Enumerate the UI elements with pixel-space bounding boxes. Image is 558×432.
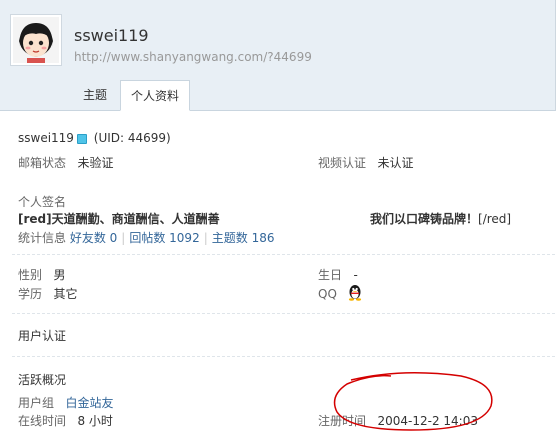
email-status-value: 未验证 <box>77 156 114 170</box>
register-time-value: 2004-12-2 14:03 <box>377 414 478 428</box>
section-divider <box>12 356 555 357</box>
user-auth-title: 用户认证 <box>18 329 67 343</box>
verified-icon <box>76 133 87 144</box>
avatar[interactable] <box>10 14 62 66</box>
email-status-row: 邮箱状态 未验证 <box>18 154 113 171</box>
signature-left: [red]天道酬勤、商道酬信、人道酬善 <box>18 212 220 226</box>
stats-row: 统计信息 好友数 0 | 回帖数 1092 | 主题数 186 <box>18 229 274 246</box>
section-divider <box>12 254 555 255</box>
signature-right: 我们以口碑铸品牌！[/red] <box>370 212 512 226</box>
name-row: sswei119 (UID: 44699) <box>18 131 171 145</box>
education-label: 学历 <box>18 287 43 301</box>
profile-name: sswei119 <box>18 131 74 145</box>
section-divider <box>12 313 555 314</box>
signature-label: 个人签名 <box>18 195 67 209</box>
replies-count-link[interactable]: 回帖数 1092 <box>129 231 199 245</box>
online-time-row: 在线时间 8 小时 <box>18 412 113 429</box>
video-auth-value: 未认证 <box>377 156 414 170</box>
education-value: 其它 <box>53 287 78 301</box>
activity-title: 活跃概况 <box>18 373 67 387</box>
profile-header: sswei119 http://www.shanyangwang.com/?44… <box>0 0 556 111</box>
email-status-label: 邮箱状态 <box>18 156 67 170</box>
online-time-value: 8 小时 <box>77 414 113 428</box>
profile-url[interactable]: http://www.shanyangwang.com/?44699 <box>74 50 312 64</box>
user-group-row: 用户组 白金站友 <box>18 394 113 411</box>
tab-topics[interactable]: 主题 <box>72 80 118 110</box>
user-group-link[interactable]: 白金站友 <box>65 396 113 410</box>
register-time-label: 注册时间 <box>318 414 367 428</box>
user-group-label: 用户组 <box>18 396 55 410</box>
uid-text: (UID: 44699) <box>93 131 171 145</box>
qq-row: QQ <box>318 287 337 301</box>
stats-separator: | <box>203 231 208 245</box>
qq-penguin-icon[interactable] <box>347 283 363 301</box>
topics-count-link[interactable]: 主题数 186 <box>212 231 275 245</box>
online-time-label: 在线时间 <box>18 414 67 428</box>
stats-label: 统计信息 <box>18 231 67 245</box>
header-username: sswei119 <box>74 26 149 45</box>
tab-profile[interactable]: 个人资料 <box>120 80 190 111</box>
video-auth-label: 视频认证 <box>318 156 367 170</box>
video-auth-row: 视频认证 未认证 <box>318 154 413 171</box>
birthday-value: - <box>353 268 358 282</box>
gender-value: 男 <box>53 268 66 282</box>
avatar-cartoon-girl-icon <box>13 17 59 63</box>
education-row: 学历 其它 <box>18 285 77 302</box>
birthday-row: 生日 - <box>318 266 358 283</box>
register-time-row: 注册时间 2004-12-2 14:03 <box>318 412 478 429</box>
birthday-label: 生日 <box>318 268 343 282</box>
qq-label: QQ <box>318 287 337 301</box>
gender-label: 性别 <box>18 268 43 282</box>
gender-row: 性别 男 <box>18 266 65 283</box>
stats-separator: | <box>121 231 126 245</box>
friends-count-link[interactable]: 好友数 0 <box>70 231 117 245</box>
